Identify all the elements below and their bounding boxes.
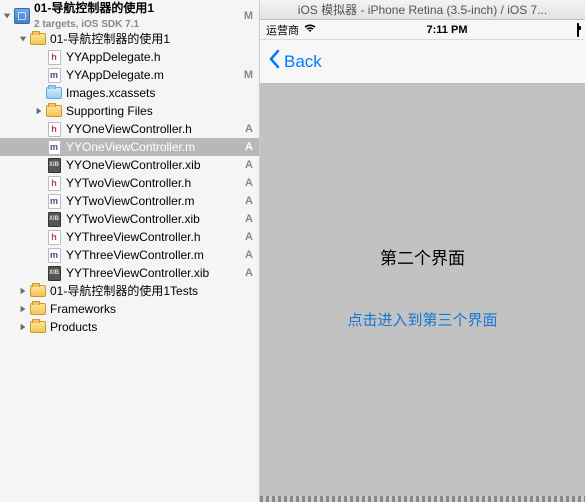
group-products[interactable]: Products <box>0 318 259 336</box>
file-label: YYThreeViewController.xib <box>66 264 243 282</box>
disclosure-triangle-icon[interactable] <box>18 287 28 295</box>
device-screen: 运营商 7:11 PM Back <box>260 20 585 502</box>
group-label: Supporting Files <box>66 102 243 120</box>
screen-title-label: 第二个界面 <box>380 244 465 269</box>
disclosure-triangle-icon[interactable] <box>34 107 44 115</box>
disclosure-triangle-icon[interactable] <box>18 323 28 331</box>
group-supporting-files[interactable]: Supporting Files <box>0 102 259 120</box>
content-view: 第二个界面 点击进入到第三个界面 <box>260 84 585 496</box>
status-bar-left: 运营商 <box>266 22 317 38</box>
impl-file-icon: m <box>46 67 62 83</box>
folder-icon <box>30 301 46 317</box>
folder-icon <box>46 103 62 119</box>
project-icon <box>14 8 30 24</box>
file-label: YYThreeViewController.h <box>66 228 243 246</box>
impl-file-icon: m <box>46 193 62 209</box>
file-row-selected[interactable]: m YYOneViewController.m A <box>0 138 259 156</box>
file-label: YYOneViewController.h <box>66 120 243 138</box>
navigation-bar: Back <box>260 40 585 84</box>
folder-icon <box>30 319 46 335</box>
disclosure-triangle-icon[interactable] <box>2 12 12 20</box>
file-row[interactable]: h YYThreeViewController.h A <box>0 228 259 246</box>
battery-icon <box>577 23 579 37</box>
wifi-icon <box>303 23 317 36</box>
scm-status: A <box>245 138 253 156</box>
disclosure-triangle-icon[interactable] <box>18 35 28 43</box>
scm-status: M <box>244 7 253 25</box>
xib-file-icon: XIB <box>46 211 62 227</box>
file-label: YYOneViewController.xib <box>66 156 243 174</box>
file-label: YYAppDelegate.m <box>66 66 243 84</box>
file-label: YYOneViewController.m <box>66 138 243 156</box>
status-bar: 运营商 7:11 PM <box>260 20 585 40</box>
scm-status: A <box>245 192 253 210</box>
file-row[interactable]: XIB YYOneViewController.xib A <box>0 156 259 174</box>
xib-file-icon: XIB <box>46 265 62 281</box>
group-label: 01-导航控制器的使用1 <box>50 30 243 48</box>
scm-status: A <box>245 120 253 138</box>
project-navigator[interactable]: 01-导航控制器的使用1 2 targets, iOS SDK 7.1 M 01… <box>0 0 260 502</box>
scm-status: A <box>245 174 253 192</box>
file-row[interactable]: Images.xcassets <box>0 84 259 102</box>
project-root[interactable]: 01-导航控制器的使用1 2 targets, iOS SDK 7.1 M <box>0 0 259 30</box>
carrier-label: 运营商 <box>266 22 299 38</box>
back-label: Back <box>284 52 322 72</box>
file-label: YYTwoViewController.xib <box>66 210 243 228</box>
back-button[interactable]: Back <box>268 49 322 74</box>
group-label: 01-导航控制器的使用1Tests <box>50 282 243 300</box>
group-main[interactable]: 01-导航控制器的使用1 <box>0 30 259 48</box>
status-bar-right <box>577 24 579 36</box>
header-file-icon: h <box>46 121 62 137</box>
simulator-window-title: iOS 模拟器 - iPhone Retina (3.5-inch) / iOS… <box>260 0 585 20</box>
status-bar-time: 7:11 PM <box>427 24 468 36</box>
scm-status: A <box>245 264 253 282</box>
group-label: Frameworks <box>50 300 243 318</box>
file-label: YYTwoViewController.m <box>66 192 243 210</box>
chevron-left-icon <box>268 49 280 74</box>
file-label: YYThreeViewController.m <box>66 246 243 264</box>
file-row[interactable]: m YYThreeViewController.m A <box>0 246 259 264</box>
scm-status: A <box>245 210 253 228</box>
scm-status: A <box>245 156 253 174</box>
impl-file-icon: m <box>46 247 62 263</box>
file-row[interactable]: h YYOneViewController.h A <box>0 120 259 138</box>
file-row[interactable]: m YYAppDelegate.m M <box>0 66 259 84</box>
group-label: Products <box>50 318 243 336</box>
file-label: Images.xcassets <box>66 84 243 102</box>
group-tests[interactable]: 01-导航控制器的使用1Tests <box>0 282 259 300</box>
scm-status: M <box>244 66 253 84</box>
assets-folder-icon <box>46 85 62 101</box>
push-next-button[interactable]: 点击进入到第三个界面 <box>347 309 497 330</box>
window-bottom-decoration <box>260 496 585 502</box>
folder-icon <box>30 31 46 47</box>
xib-file-icon: XIB <box>46 157 62 173</box>
header-file-icon: h <box>46 175 62 191</box>
file-label: YYTwoViewController.h <box>66 174 243 192</box>
ios-simulator-window: iOS 模拟器 - iPhone Retina (3.5-inch) / iOS… <box>260 0 585 502</box>
file-row[interactable]: h YYTwoViewController.h A <box>0 174 259 192</box>
scm-status: A <box>245 228 253 246</box>
file-label: YYAppDelegate.h <box>66 48 243 66</box>
disclosure-triangle-icon[interactable] <box>18 305 28 313</box>
folder-icon <box>30 283 46 299</box>
scm-status: A <box>245 246 253 264</box>
header-file-icon: h <box>46 229 62 245</box>
file-row[interactable]: m YYTwoViewController.m A <box>0 192 259 210</box>
file-row[interactable]: h YYAppDelegate.h <box>0 48 259 66</box>
impl-file-icon: m <box>46 139 62 155</box>
file-row[interactable]: XIB YYTwoViewController.xib A <box>0 210 259 228</box>
project-name: 01-导航控制器的使用1 2 targets, iOS SDK 7.1 <box>34 0 243 34</box>
file-row[interactable]: XIB YYThreeViewController.xib A <box>0 264 259 282</box>
header-file-icon: h <box>46 49 62 65</box>
group-frameworks[interactable]: Frameworks <box>0 300 259 318</box>
